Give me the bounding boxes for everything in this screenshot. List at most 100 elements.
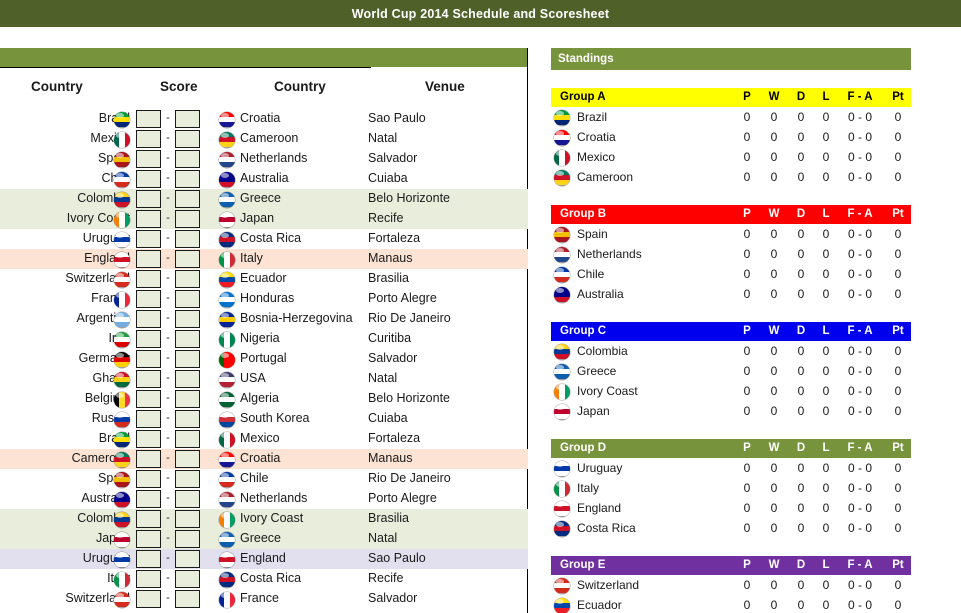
standings-cell-d: 0 (797, 364, 805, 378)
away-score-input[interactable] (175, 430, 200, 448)
away-team-name: USA (240, 371, 266, 385)
home-score-input[interactable] (136, 510, 161, 528)
match-venue: Porto Alegre (368, 491, 437, 505)
match-row: Ghana - USA Natal (0, 369, 528, 389)
standings-label: Standings (558, 53, 614, 65)
away-team-flag-icon (219, 371, 235, 388)
home-score-input[interactable] (136, 270, 161, 288)
home-team-flag-icon (114, 371, 130, 388)
away-score-input[interactable] (175, 330, 200, 348)
standings-cell-d: 0 (797, 227, 805, 241)
away-score-input[interactable] (175, 290, 200, 308)
away-score-input[interactable] (175, 530, 200, 548)
standings-cell-d: 0 (797, 287, 805, 301)
standings-cell-w: 0 (770, 501, 778, 515)
home-score-input[interactable] (136, 370, 161, 388)
home-score-input[interactable] (136, 450, 161, 468)
standings-cell-w: 0 (770, 521, 778, 535)
away-score-input[interactable] (175, 490, 200, 508)
standings-team-name: Netherlands (577, 247, 642, 261)
standings-cell-d: 0 (797, 598, 805, 612)
away-score-input[interactable] (175, 410, 200, 428)
standings-cell-p: 0 (743, 247, 751, 261)
away-score-input[interactable] (175, 470, 200, 488)
home-score-input[interactable] (136, 410, 161, 428)
match-venue: Fortaleza (368, 431, 421, 445)
home-score-input[interactable] (136, 590, 161, 608)
standings-row: Cameroon 0 0 0 0 0 - 0 0 (551, 167, 911, 187)
standings-cell-pt: 0 (894, 501, 902, 515)
away-score-input[interactable] (175, 170, 200, 188)
home-score-input[interactable] (136, 550, 161, 568)
home-score-input[interactable] (136, 430, 161, 448)
home-score-input[interactable] (136, 250, 161, 268)
standings-cell-l: 0 (822, 130, 830, 144)
away-score-input[interactable] (175, 250, 200, 268)
home-score-input[interactable] (136, 170, 161, 188)
away-score-input[interactable] (175, 350, 200, 368)
match-row: Colombia - Greece Belo Horizonte (0, 189, 528, 209)
standings-cell-l: 0 (822, 578, 830, 592)
home-team-flag-icon (114, 571, 130, 588)
standings-team-name: Australia (577, 287, 624, 301)
match-row: Chile-AustraliaCuiaba (0, 169, 528, 189)
match-row: Italy-Costa RicaRecife (0, 569, 528, 589)
score-separator: - (166, 292, 170, 304)
away-team-name: Australia (240, 171, 289, 185)
away-score-input[interactable] (175, 310, 200, 328)
away-score-input[interactable] (175, 550, 200, 568)
away-score-input[interactable] (175, 210, 200, 228)
home-score-input[interactable] (136, 470, 161, 488)
group-column-header: F - A (847, 442, 873, 454)
match-venue: Rio De Janeiro (368, 311, 451, 325)
home-score-input[interactable] (136, 130, 161, 148)
home-score-input[interactable] (136, 290, 161, 308)
standings-team-name: England (577, 501, 622, 515)
standings-groups-container: Group APWDLF - A Pt Brazil 0 0 0 0 0 - 0 0 Croati… (551, 88, 911, 613)
home-score-input[interactable] (136, 490, 161, 508)
match-venue: Belo Horizonte (368, 191, 450, 205)
home-score-input[interactable] (136, 530, 161, 548)
home-score-input[interactable] (136, 570, 161, 588)
standings-cell-d: 0 (797, 110, 805, 124)
score-separator: - (166, 532, 170, 544)
home-score-input[interactable] (136, 350, 161, 368)
away-team-flag-icon (219, 271, 235, 288)
away-score-input[interactable] (175, 190, 200, 208)
away-team-name: Netherlands (240, 151, 308, 165)
home-score-input[interactable] (136, 110, 161, 128)
standings-cell-w: 0 (770, 227, 778, 241)
standings-cell-l: 0 (822, 598, 830, 612)
score-separator: - (166, 272, 170, 284)
standings-team-name: Spain (577, 227, 608, 241)
standings-cell-w: 0 (770, 384, 778, 398)
home-score-input[interactable] (136, 390, 161, 408)
away-score-input[interactable] (175, 130, 200, 148)
score-separator: - (166, 332, 170, 344)
away-score-input[interactable] (175, 230, 200, 248)
away-score-input[interactable] (175, 370, 200, 388)
home-score-input[interactable] (136, 310, 161, 328)
away-score-input[interactable] (175, 110, 200, 128)
match-venue: Salvador (368, 591, 418, 605)
home-score-input[interactable] (136, 330, 161, 348)
home-score-input[interactable] (136, 210, 161, 228)
standings-cell-pt: 0 (894, 247, 902, 261)
away-score-input[interactable] (175, 390, 200, 408)
away-score-input[interactable] (175, 570, 200, 588)
standings-cell-w: 0 (770, 404, 778, 418)
match-venue: Manaus (368, 451, 413, 465)
away-score-input[interactable] (175, 270, 200, 288)
home-score-input[interactable] (136, 230, 161, 248)
away-score-input[interactable] (175, 450, 200, 468)
away-score-input[interactable] (175, 150, 200, 168)
away-score-input[interactable] (175, 590, 200, 608)
standings-cell-p: 0 (743, 130, 751, 144)
away-team-name: Bosnia-Herzegovina (240, 311, 353, 325)
home-score-input[interactable] (136, 190, 161, 208)
away-team-flag-icon (219, 491, 235, 508)
away-score-input[interactable] (175, 510, 200, 528)
home-score-input[interactable] (136, 150, 161, 168)
standings-cell-d: 0 (797, 150, 805, 164)
standings-cell-d: 0 (797, 130, 805, 144)
